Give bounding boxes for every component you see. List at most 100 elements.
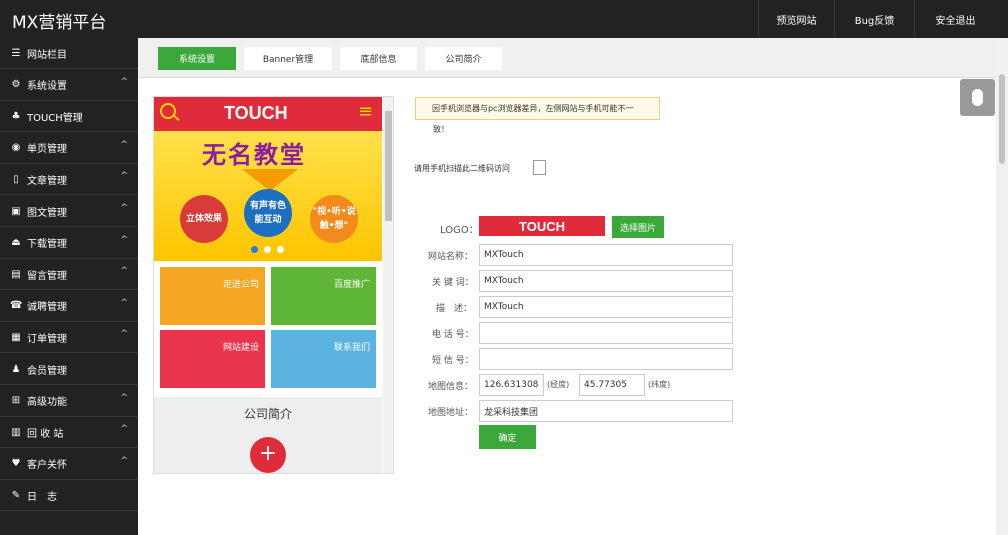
tab-banner[interactable]: Banner管理 bbox=[244, 47, 332, 70]
notice-text-continued: 致！ bbox=[433, 125, 449, 134]
sms-label: 短 信 号： bbox=[432, 356, 474, 366]
tab-footer-info[interactable]: 底部信息 bbox=[340, 47, 417, 70]
sidebar-item-label: 日 志 bbox=[27, 491, 57, 503]
tile-about-company[interactable]: 走进公司 bbox=[160, 267, 265, 325]
keywords-input[interactable] bbox=[479, 270, 733, 292]
logout-link[interactable]: 安全退出 bbox=[914, 0, 996, 38]
phone-preview-scrollbar[interactable] bbox=[383, 97, 393, 473]
sidebar-item-label: 文章管理 bbox=[27, 175, 67, 187]
sidebar-item-13[interactable]: ♥ 客户关怀 ^ bbox=[0, 449, 138, 480]
tile-contact-us[interactable]: 联系我们 bbox=[271, 330, 376, 388]
carousel-dot-1[interactable] bbox=[251, 246, 258, 253]
sidebar-item-9[interactable]: ▦ 订单管理 ^ bbox=[0, 322, 138, 354]
sidebar-item-3[interactable]: ◉ 单页管理 ^ bbox=[0, 133, 138, 164]
phone-header: TOUCH ≡ bbox=[154, 97, 382, 131]
tile-label: 百度推广 bbox=[333, 280, 370, 290]
tile-label: 走进公司 bbox=[222, 280, 259, 290]
bug-feedback-link[interactable]: Bug反馈 bbox=[834, 0, 914, 38]
sidebar-item-1[interactable]: ⚙ 系统设置 ^ bbox=[0, 70, 138, 101]
longitude-input[interactable] bbox=[479, 374, 544, 396]
submit-button[interactable]: 确定 bbox=[479, 425, 536, 449]
sms-input[interactable] bbox=[479, 348, 733, 370]
tab-system-settings[interactable]: 系统设置 bbox=[158, 47, 236, 70]
tile-web-building[interactable]: 网站建设 bbox=[160, 330, 265, 388]
page-icon: ◉ bbox=[11, 142, 21, 154]
map-address-label: 地图地址： bbox=[428, 408, 474, 418]
site-name-input[interactable] bbox=[479, 244, 733, 266]
sidebar-item-label: 图文管理 bbox=[27, 207, 67, 219]
tile-label: 联系我们 bbox=[333, 343, 370, 353]
phone-preview-scroll-thumb[interactable] bbox=[385, 111, 392, 221]
carousel-dot-3[interactable] bbox=[277, 246, 284, 253]
floating-tool-button[interactable] bbox=[960, 79, 995, 116]
latitude-suffix: (纬度) bbox=[648, 380, 671, 389]
phone-preview[interactable]: TOUCH ≡ 无名教堂 立体效果 有声有色 能互动 "视•听•说 触•想" 走… bbox=[153, 96, 394, 474]
browser-notice: 因手机浏览器与pc浏览器差异，左侧网站与手机可能不一 bbox=[415, 97, 660, 120]
tile-label: 网站建设 bbox=[222, 343, 259, 353]
chevron-up-icon[interactable]: ^ bbox=[120, 456, 128, 466]
sidebar-item-label: 系统设置 bbox=[27, 81, 67, 93]
site-name-label: 网站名称： bbox=[428, 252, 474, 262]
sidebar-item-12[interactable]: ▥ 回 收 站 ^ bbox=[0, 417, 138, 449]
menu-icon: ≡ bbox=[358, 101, 374, 122]
phone-banner: 无名教堂 立体效果 有声有色 能互动 "视•听•说 触•想" bbox=[154, 131, 382, 261]
sidebar-item-4[interactable]: ▯ 文章管理 ^ bbox=[0, 164, 138, 196]
file-icon: ▯ bbox=[13, 173, 19, 185]
windows-icon: ⊞ bbox=[11, 395, 21, 407]
qr-label: 请用手机扫描此二维码访问 bbox=[414, 164, 510, 173]
plus-icon[interactable]: + bbox=[250, 437, 286, 473]
sidebar-item-5[interactable]: ▣ 图文管理 ^ bbox=[0, 196, 138, 227]
chevron-up-icon[interactable]: ^ bbox=[120, 424, 128, 434]
choose-image-button[interactable]: 选择图片 bbox=[612, 216, 664, 238]
chevron-up-icon[interactable]: ^ bbox=[120, 140, 128, 150]
chevron-up-icon[interactable]: ^ bbox=[120, 171, 128, 181]
preview-site-link[interactable]: 预览网站 bbox=[758, 0, 834, 38]
map-address-input[interactable] bbox=[479, 400, 733, 422]
chevron-up-icon[interactable]: ^ bbox=[120, 298, 128, 308]
user-icon: ♟ bbox=[11, 363, 21, 375]
sidebar-item-label: 诚聘管理 bbox=[27, 302, 67, 314]
page-scroll-thumb[interactable] bbox=[999, 74, 1005, 164]
sidebar-item-10[interactable]: ♟ 会员管理 bbox=[0, 354, 138, 385]
notice-text: 因手机浏览器与pc浏览器差异，左侧网站与手机可能不一 bbox=[432, 104, 634, 113]
mouse-icon bbox=[972, 89, 983, 106]
tile-baidu-promo[interactable]: 百度推广 bbox=[271, 267, 376, 325]
about-title: 公司简介 bbox=[243, 407, 292, 421]
sidebar-item-label: 单页管理 bbox=[27, 144, 67, 156]
description-input[interactable] bbox=[479, 296, 733, 318]
phone-input[interactable] bbox=[479, 322, 733, 344]
sidebar-item-7[interactable]: ▤ 留言管理 ^ bbox=[0, 259, 138, 291]
chevron-up-icon[interactable]: ^ bbox=[120, 393, 128, 403]
message-icon: ▤ bbox=[11, 268, 21, 280]
chevron-up-icon[interactable]: ^ bbox=[120, 329, 128, 339]
list-icon: ☰ bbox=[11, 47, 21, 59]
banner-circle-2: 有声有色 能互动 bbox=[244, 189, 292, 237]
sidebar-item-0[interactable]: ☰ 网站栏目 bbox=[0, 38, 138, 69]
logo-preview: TOUCH bbox=[479, 216, 605, 236]
tab-bar: 系统设置 Banner管理 底部信息 公司简介 bbox=[138, 38, 996, 78]
chevron-up-icon[interactable]: ^ bbox=[120, 266, 128, 276]
search-handle-icon bbox=[173, 114, 180, 122]
page-scrollbar[interactable] bbox=[996, 38, 1008, 535]
chevron-up-icon[interactable]: ^ bbox=[120, 203, 128, 213]
tab-company-profile[interactable]: 公司简介 bbox=[425, 47, 502, 70]
chevron-up-icon[interactable]: ^ bbox=[120, 235, 128, 245]
chevron-up-icon[interactable]: ^ bbox=[120, 77, 128, 87]
sidebar-item-6[interactable]: ⏏ 下载管理 ^ bbox=[0, 228, 138, 259]
latitude-input[interactable] bbox=[579, 374, 645, 396]
carousel-dot-2[interactable] bbox=[264, 246, 271, 253]
sidebar-item-label: 网站栏目 bbox=[27, 49, 67, 61]
main-content: 系统设置 Banner管理 底部信息 公司简介 TOUCH ≡ 无名教堂 立体效… bbox=[138, 38, 996, 535]
qr-code-image bbox=[533, 160, 546, 175]
sidebar-item-14[interactable]: ✎ 日 志 bbox=[0, 480, 138, 512]
sidebar-item-2[interactable]: ♣ TOUCH管理 bbox=[0, 101, 138, 133]
banner-circle-3: "视•听•说 触•想" bbox=[310, 195, 358, 243]
sidebar-item-11[interactable]: ⊞ 高级功能 ^ bbox=[0, 386, 138, 417]
android-icon: ♣ bbox=[11, 110, 21, 122]
sidebar-item-8[interactable]: ☎ 诚聘管理 ^ bbox=[0, 291, 138, 322]
phone-label: 电 话 号： bbox=[432, 330, 474, 340]
banner-circle-1: 立体效果 bbox=[180, 195, 228, 243]
phone-logo: TOUCH bbox=[224, 103, 288, 123]
banner-arrow bbox=[242, 169, 298, 191]
sidebar-item-label: 回 收 站 bbox=[27, 428, 64, 440]
